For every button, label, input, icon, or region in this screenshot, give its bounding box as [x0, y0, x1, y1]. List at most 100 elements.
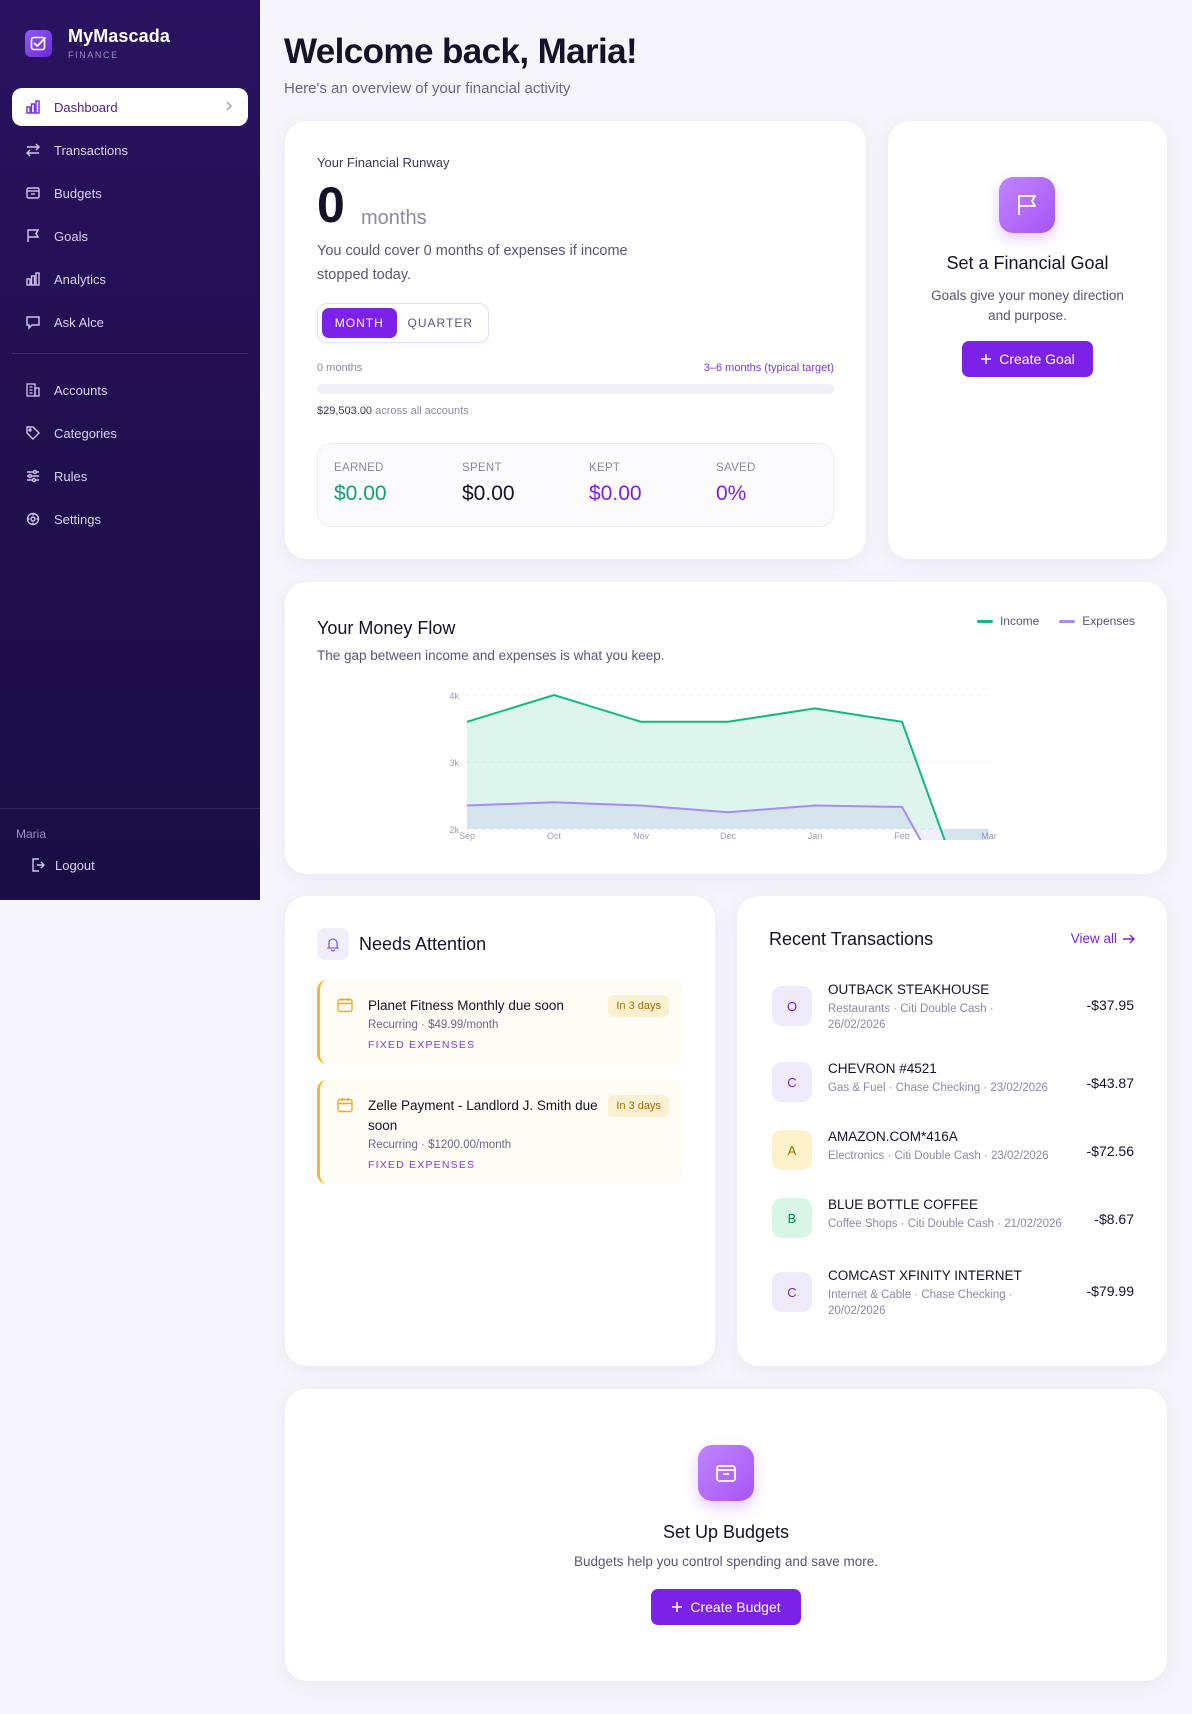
sidebar-item-categories[interactable]: Categories: [12, 414, 248, 452]
attention-item-tag: FIXED EXPENSES: [368, 1159, 476, 1171]
transaction-row[interactable]: C COMCAST XFINITY INTERNET Internet & Ca…: [772, 1268, 1134, 1317]
transaction-row[interactable]: C CHEVRON #4521 Gas & Fuel · Chase Check…: [772, 1061, 1134, 1106]
stat-label: SPENT: [462, 462, 502, 474]
progress-label-left: 0 months: [317, 362, 363, 374]
sidebar-item-label: Analytics: [54, 271, 107, 287]
x-tick-label: Jan: [808, 831, 823, 841]
arrows-swap-icon: [25, 142, 41, 158]
runway-label: Your Financial Runway: [317, 155, 450, 170]
runway-progress-bar: [317, 384, 834, 394]
sidebar-item-goals[interactable]: Goals: [12, 217, 248, 255]
create-goal-button[interactable]: Create Goal: [962, 341, 1093, 377]
logout-icon: [30, 857, 46, 873]
bar-chart-icon: [25, 271, 41, 287]
logout-button[interactable]: Logout: [30, 857, 95, 873]
merchant-avatar: A: [772, 1130, 812, 1170]
attention-item-title: Zelle Payment - Landlord J. Smith due so…: [368, 1098, 598, 1133]
sidebar-item-label: Budgets: [54, 185, 102, 201]
transaction-meta: Gas & Fuel · Chase Checking · 23/02/2026: [828, 1082, 1048, 1094]
merchant-avatar: B: [772, 1198, 812, 1238]
toggle-quarter[interactable]: QUARTER: [397, 308, 484, 338]
chevron-right-icon: [224, 100, 234, 115]
due-badge: In 3 days: [608, 995, 669, 1017]
merchant-name: OUTBACK STEAKHOUSE: [828, 982, 990, 997]
transaction-amount: -$72.56: [1086, 1143, 1134, 1159]
attention-item[interactable]: Planet Fitness Monthly due soon Recurrin…: [317, 980, 683, 1064]
sidebar-item-label: Categories: [54, 425, 117, 441]
transaction-meta: Electronics · Citi Double Cash · 23/02/2…: [828, 1150, 1049, 1162]
due-badge: In 3 days: [608, 1095, 669, 1117]
runway-unit: months: [361, 207, 427, 229]
budget-description: Budgets help you control spending and sa…: [574, 1554, 878, 1569]
tag-icon: [25, 425, 41, 441]
building-icon: [25, 382, 41, 398]
sidebar-item-ask-alce[interactable]: Ask Alce: [12, 303, 248, 341]
calendar-icon: [336, 1096, 354, 1119]
toggle-month[interactable]: MONTH: [322, 308, 397, 338]
sidebar-item-label: Dashboard: [54, 99, 118, 115]
create-budget-button[interactable]: Create Budget: [651, 1589, 801, 1625]
needs-attention-card: Needs Attention Planet Fitness Monthly d…: [285, 896, 715, 1366]
x-tick-label: Sep: [459, 831, 475, 841]
transaction-amount: -$8.67: [1094, 1211, 1134, 1227]
budget-title: Set Up Budgets: [662, 1522, 790, 1542]
button-label: Create Goal: [999, 351, 1075, 367]
sidebar-item-budgets[interactable]: Budgets: [12, 174, 248, 212]
brand[interactable]: MyMascada FINANCE: [25, 26, 170, 60]
brand-subtitle: FINANCE: [68, 50, 119, 60]
wallet-icon: [25, 185, 41, 201]
logo-icon: [25, 29, 52, 57]
stat-value: $0.00: [462, 482, 515, 505]
sidebar-item-dashboard[interactable]: Dashboard: [12, 88, 248, 126]
balance-suffix: across all accounts: [375, 405, 469, 417]
view-all-link[interactable]: View all: [1071, 931, 1135, 946]
sidebar-item-settings[interactable]: Settings: [12, 500, 248, 538]
x-tick-label: Nov: [633, 831, 650, 841]
recent-transactions-card: Recent Transactions View all O OUTBACK S…: [737, 896, 1167, 1366]
attention-title: Needs Attention: [359, 933, 487, 954]
logout-label: Logout: [55, 857, 95, 873]
sidebar-item-accounts[interactable]: Accounts: [12, 371, 248, 409]
runway-description: You could cover 0 months of expenses if …: [317, 243, 628, 283]
x-tick-label: Dec: [720, 831, 737, 841]
sidebar-item-rules[interactable]: Rules: [12, 457, 248, 495]
wallet-icon: [698, 1445, 754, 1501]
goal-title: Set a Financial Goal: [946, 253, 1109, 273]
progress-label-right: 3–6 months (typical target): [703, 362, 834, 374]
stat-spent: SPENT $0.00: [462, 462, 515, 506]
arrow-right-icon: [1122, 933, 1135, 945]
plus-icon: [980, 353, 992, 365]
stat-label: KEPT: [589, 462, 621, 474]
transaction-row[interactable]: B BLUE BOTTLE COFFEE Coffee Shops · Citi…: [772, 1197, 1134, 1242]
transaction-amount: -$43.87: [1086, 1075, 1134, 1091]
attention-item-meta: Recurring · $49.99/month: [368, 1019, 499, 1031]
y-tick-label: 4k: [449, 691, 459, 701]
calendar-icon: [336, 996, 354, 1019]
transaction-row[interactable]: A AMAZON.COM*416A Electronics · Citi Dou…: [772, 1129, 1134, 1174]
x-tick-label: Feb: [894, 831, 910, 841]
stats-panel: EARNED $0.00 SPENT $0.00 KEPT $0.00 SAVE…: [317, 443, 834, 527]
plot-area: [466, 693, 989, 840]
sidebar-item-label: Rules: [54, 468, 88, 484]
goal-description: Goals give your money direction and purp…: [931, 288, 1124, 323]
gear-icon: [25, 511, 41, 527]
money-flow-card: Your Money Flow The gap between income a…: [285, 582, 1167, 874]
plus-icon: [671, 1601, 683, 1613]
attention-item[interactable]: Zelle Payment - Landlord J. Smith due so…: [317, 1080, 683, 1184]
brand-name: MyMascada: [68, 26, 170, 46]
flag-icon: [25, 228, 41, 244]
stat-label: EARNED: [334, 462, 384, 474]
total-balance: $29,503.00 across all accounts: [317, 405, 469, 417]
sidebar-item-label: Goals: [54, 228, 88, 244]
sidebar-item-label: Ask Alce: [54, 314, 104, 330]
chat-icon: [25, 314, 41, 330]
button-label: Create Budget: [690, 1599, 781, 1615]
transaction-row[interactable]: O OUTBACK STEAKHOUSE Restaurants · Citi …: [772, 982, 1134, 1031]
sidebar-item-transactions[interactable]: Transactions: [12, 131, 248, 169]
transaction-amount: -$79.99: [1086, 1283, 1134, 1299]
attention-item-meta: Recurring · $1200.00/month: [368, 1139, 512, 1151]
transaction-meta: Restaurants · Citi Double Cash · 26/02/2…: [828, 1003, 994, 1031]
merchant-avatar: C: [772, 1062, 812, 1102]
sidebar-item-analytics[interactable]: Analytics: [12, 260, 248, 298]
transaction-meta: Internet & Cable · Chase Checking · 20/0…: [828, 1289, 1013, 1317]
